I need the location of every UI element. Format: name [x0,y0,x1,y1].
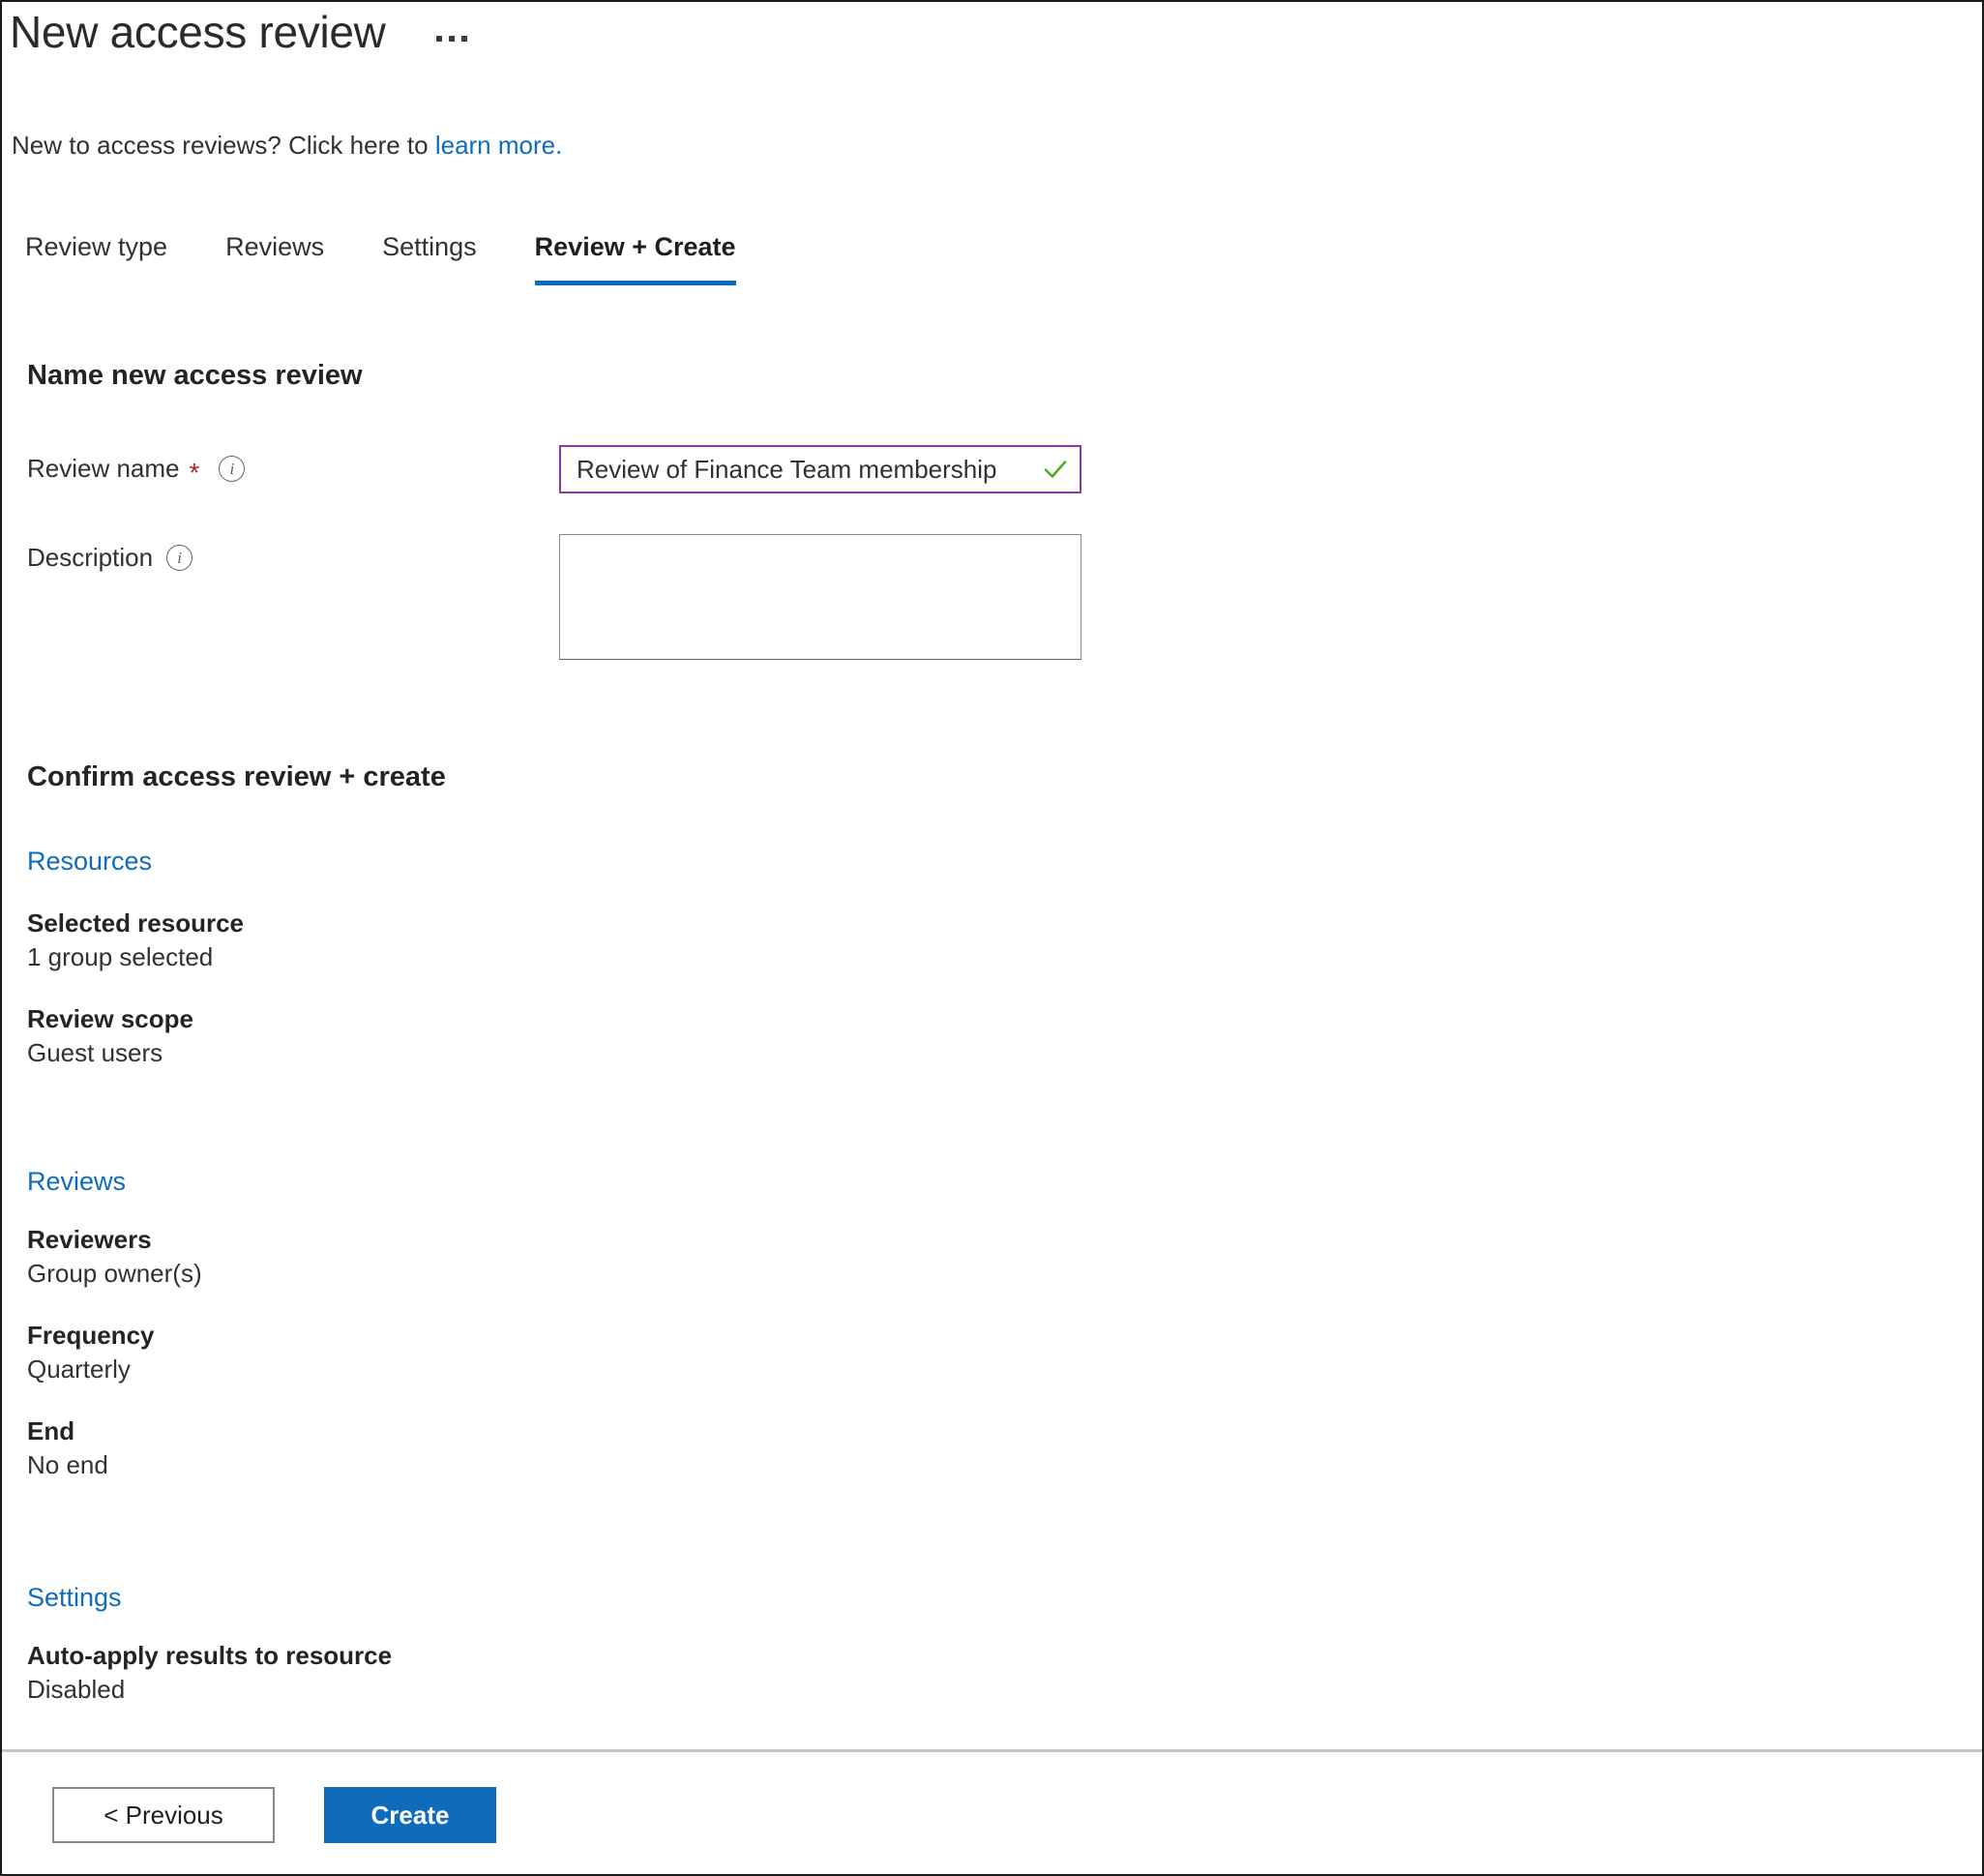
tab-settings[interactable]: Settings [353,231,506,285]
page-title: New access review [10,7,386,57]
tab-review-type[interactable]: Review type [14,231,196,285]
previous-button[interactable]: < Previous [52,1787,275,1843]
review-name-input-value: Review of Finance Team membership [577,454,997,484]
learn-more-link[interactable]: learn more. [435,131,563,160]
review-name-row: Review name * i Review of Finance Team m… [27,445,1081,493]
summary-value: 1 group selected [27,942,214,972]
section-link-settings[interactable]: Settings [27,1583,122,1613]
review-name-label-group: Review name * i [27,445,559,488]
summary-item-reviewers: Reviewers Group owner(s) [27,1223,202,1291]
wizard-tabs: Review type Reviews Settings Review + Cr… [14,231,765,285]
intro-text: New to access reviews? Click here to lea… [12,131,562,161]
summary-item-selected-resource: Selected resource 1 group selected [27,907,244,974]
name-section-heading: Name new access review [27,360,363,391]
create-button[interactable]: Create [324,1787,496,1843]
summary-key: Review scope [27,1004,193,1033]
summary-key: Auto-apply results to resource [27,1641,393,1670]
summary-value: No end [27,1450,108,1480]
description-textarea[interactable] [559,534,1081,660]
description-label: Description [27,543,154,572]
summary-item-review-scope: Review scope Guest users [27,1002,193,1070]
confirm-section-heading: Confirm access review + create [27,761,446,792]
ellipsis-dot [460,36,467,42]
summary-key: Frequency [27,1321,155,1350]
review-name-input[interactable]: Review of Finance Team membership [559,445,1081,493]
footer-divider [2,1749,1982,1752]
summary-value: Group owner(s) [27,1259,202,1289]
summary-item-frequency: Frequency Quarterly [27,1319,155,1386]
summary-item-auto-apply: Auto-apply results to resource Disabled [27,1639,392,1707]
footer-actions: < Previous Create [52,1787,496,1843]
required-asterisk-icon: * [189,457,200,488]
summary-value: Guest users [27,1038,163,1068]
more-options-icon[interactable] [430,26,473,51]
description-row: Description i [27,534,1081,660]
tab-reviews[interactable]: Reviews [196,231,353,285]
review-name-label: Review name [27,454,180,483]
blade-header: New access review [10,10,473,54]
summary-key: Selected resource [27,908,245,938]
summary-value: Disabled [27,1675,126,1705]
description-label-group: Description i [27,534,559,573]
ellipsis-dot [448,36,455,42]
info-icon[interactable]: i [166,545,193,571]
section-link-reviews[interactable]: Reviews [27,1167,126,1197]
tab-review-create[interactable]: Review + Create [506,231,765,285]
ellipsis-dot [435,36,442,42]
summary-value: Quarterly [27,1355,131,1385]
summary-key: End [27,1416,75,1445]
valid-check-icon [1044,461,1067,478]
summary-key: Reviewers [27,1225,152,1254]
info-icon[interactable]: i [219,456,246,482]
section-link-resources[interactable]: Resources [27,847,152,877]
intro-static-text: New to access reviews? Click here to [12,131,435,160]
summary-item-end: End No end [27,1414,108,1482]
new-access-review-blade: New access review New to access reviews?… [0,0,1984,1876]
